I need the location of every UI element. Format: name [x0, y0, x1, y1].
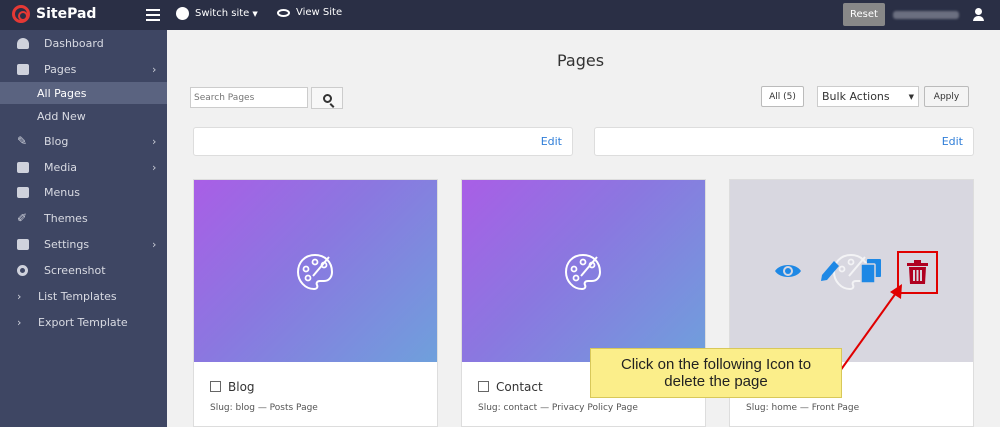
view-site-label: View Site	[296, 7, 343, 18]
eye-icon	[277, 8, 290, 17]
sidebar-item-dashboard[interactable]: Dashboard	[0, 31, 167, 55]
sidebar-item-label: Blog	[44, 134, 69, 148]
caret-down-icon: ▼	[908, 92, 914, 101]
sidebar-item-themes[interactable]: ✐ Themes	[0, 206, 167, 230]
page-thumbnail[interactable]	[194, 180, 437, 362]
page-card: Blog Slug: blog — Posts Page	[193, 179, 438, 427]
reset-button[interactable]: Reset	[843, 3, 885, 26]
page-slug: Slug: blog — Posts Page	[210, 403, 318, 413]
tutorial-callout: Click on the following Icon to delete th…	[590, 348, 842, 398]
user-name-blurred[interactable]	[893, 11, 959, 19]
sidebar-item-label: Export Template	[38, 315, 128, 329]
bulk-actions-select[interactable]: Bulk Actions ▼	[817, 86, 919, 107]
pin-icon: ✎	[17, 133, 28, 148]
top-bar: SitePad Switch site ▼ View Site Reset	[0, 0, 1000, 30]
chevron-right-icon: ›	[152, 237, 157, 251]
sidebar-item-label: All Pages	[37, 86, 87, 100]
sidebar-item-add-new[interactable]: Add New	[0, 105, 167, 127]
sidebar-item-media[interactable]: Media ›	[0, 155, 167, 179]
palette-icon	[296, 253, 334, 291]
search-input[interactable]	[190, 87, 308, 108]
sidebar: Dashboard Pages › All Pages Add New ✎ Bl…	[0, 30, 167, 427]
sitepad-logo-icon	[12, 5, 30, 23]
sidebar-item-pages[interactable]: Pages ›	[0, 57, 167, 81]
sidebar-item-all-pages[interactable]: All Pages	[0, 82, 167, 104]
chevron-right-icon: ›	[152, 62, 157, 76]
palette-icon	[564, 253, 602, 291]
delete-icon-highlight	[897, 251, 938, 294]
edit-link[interactable]: Edit	[942, 135, 963, 148]
switch-site-label: Switch site	[195, 8, 250, 19]
search-button[interactable]	[311, 87, 343, 109]
themes-icon: ✐	[17, 210, 28, 225]
sidebar-item-label: Add New	[37, 109, 86, 123]
bulk-actions-label: Bulk Actions	[822, 90, 890, 103]
sidebar-item-label: Menus	[44, 185, 80, 199]
sidebar-item-blog[interactable]: ✎ Blog ›	[0, 129, 167, 153]
chevron-right-icon: ›	[152, 134, 157, 148]
page-thumbnail[interactable]	[462, 180, 705, 362]
chevron-right-icon: ›	[17, 315, 22, 329]
media-icon	[17, 161, 29, 173]
user-icon[interactable]	[970, 8, 986, 22]
dashboard-icon	[17, 37, 29, 49]
page-slug: Slug: contact — Privacy Policy Page	[478, 403, 638, 413]
chevron-right-icon: ›	[17, 289, 22, 303]
hamburger-menu-icon[interactable]	[146, 9, 160, 21]
sidebar-item-screenshot[interactable]: Screenshot	[0, 258, 167, 282]
sidebar-item-label: Themes	[44, 211, 88, 225]
preview-eye-icon[interactable]	[774, 262, 802, 280]
all-filter-button[interactable]: All (5)	[761, 86, 804, 107]
sidebar-item-label: List Templates	[38, 289, 117, 303]
duplicate-copy-icon[interactable]	[860, 258, 882, 284]
edit-pencil-icon[interactable]	[819, 258, 841, 282]
page-select-checkbox[interactable]	[478, 381, 489, 392]
settings-icon	[17, 238, 29, 250]
caret-down-icon: ▼	[252, 9, 258, 18]
sidebar-item-label: Screenshot	[44, 263, 106, 277]
apply-button[interactable]: Apply	[924, 86, 969, 107]
app-name: SitePad	[36, 6, 97, 22]
sidebar-item-settings[interactable]: Settings ›	[0, 232, 167, 256]
sidebar-item-label: Pages	[44, 62, 77, 76]
sidebar-item-menus[interactable]: Menus	[0, 180, 167, 204]
page-title-text[interactable]: Contact	[496, 380, 543, 394]
gear-icon	[17, 264, 28, 276]
logo[interactable]: SitePad	[12, 5, 96, 23]
view-site-link[interactable]: View Site	[277, 7, 342, 18]
page-slug: Slug: home — Front Page	[746, 403, 860, 413]
search-icon	[322, 93, 332, 103]
pages-icon	[17, 63, 29, 75]
header-edit-box: Edit	[193, 127, 573, 156]
page-select-checkbox[interactable]	[210, 381, 221, 392]
page-title: Pages	[557, 51, 605, 70]
switch-site-link[interactable]: Switch site ▼	[176, 7, 258, 20]
sidebar-item-label: Settings	[44, 237, 90, 251]
chevron-right-icon: ›	[152, 160, 157, 174]
delete-trash-icon[interactable]	[907, 260, 928, 285]
page-thumbnail[interactable]	[730, 180, 973, 362]
sidebar-item-list-templates[interactable]: › List Templates	[0, 284, 167, 308]
menus-icon	[17, 186, 29, 198]
edit-link[interactable]: Edit	[541, 135, 562, 148]
sidebar-item-label: Media	[44, 160, 78, 174]
footer-edit-box: Edit	[594, 127, 974, 156]
globe-icon	[176, 7, 189, 20]
sidebar-item-label: Dashboard	[44, 36, 104, 50]
sidebar-item-export-template[interactable]: › Export Template	[0, 310, 167, 334]
page-title-text[interactable]: Blog	[228, 380, 255, 394]
